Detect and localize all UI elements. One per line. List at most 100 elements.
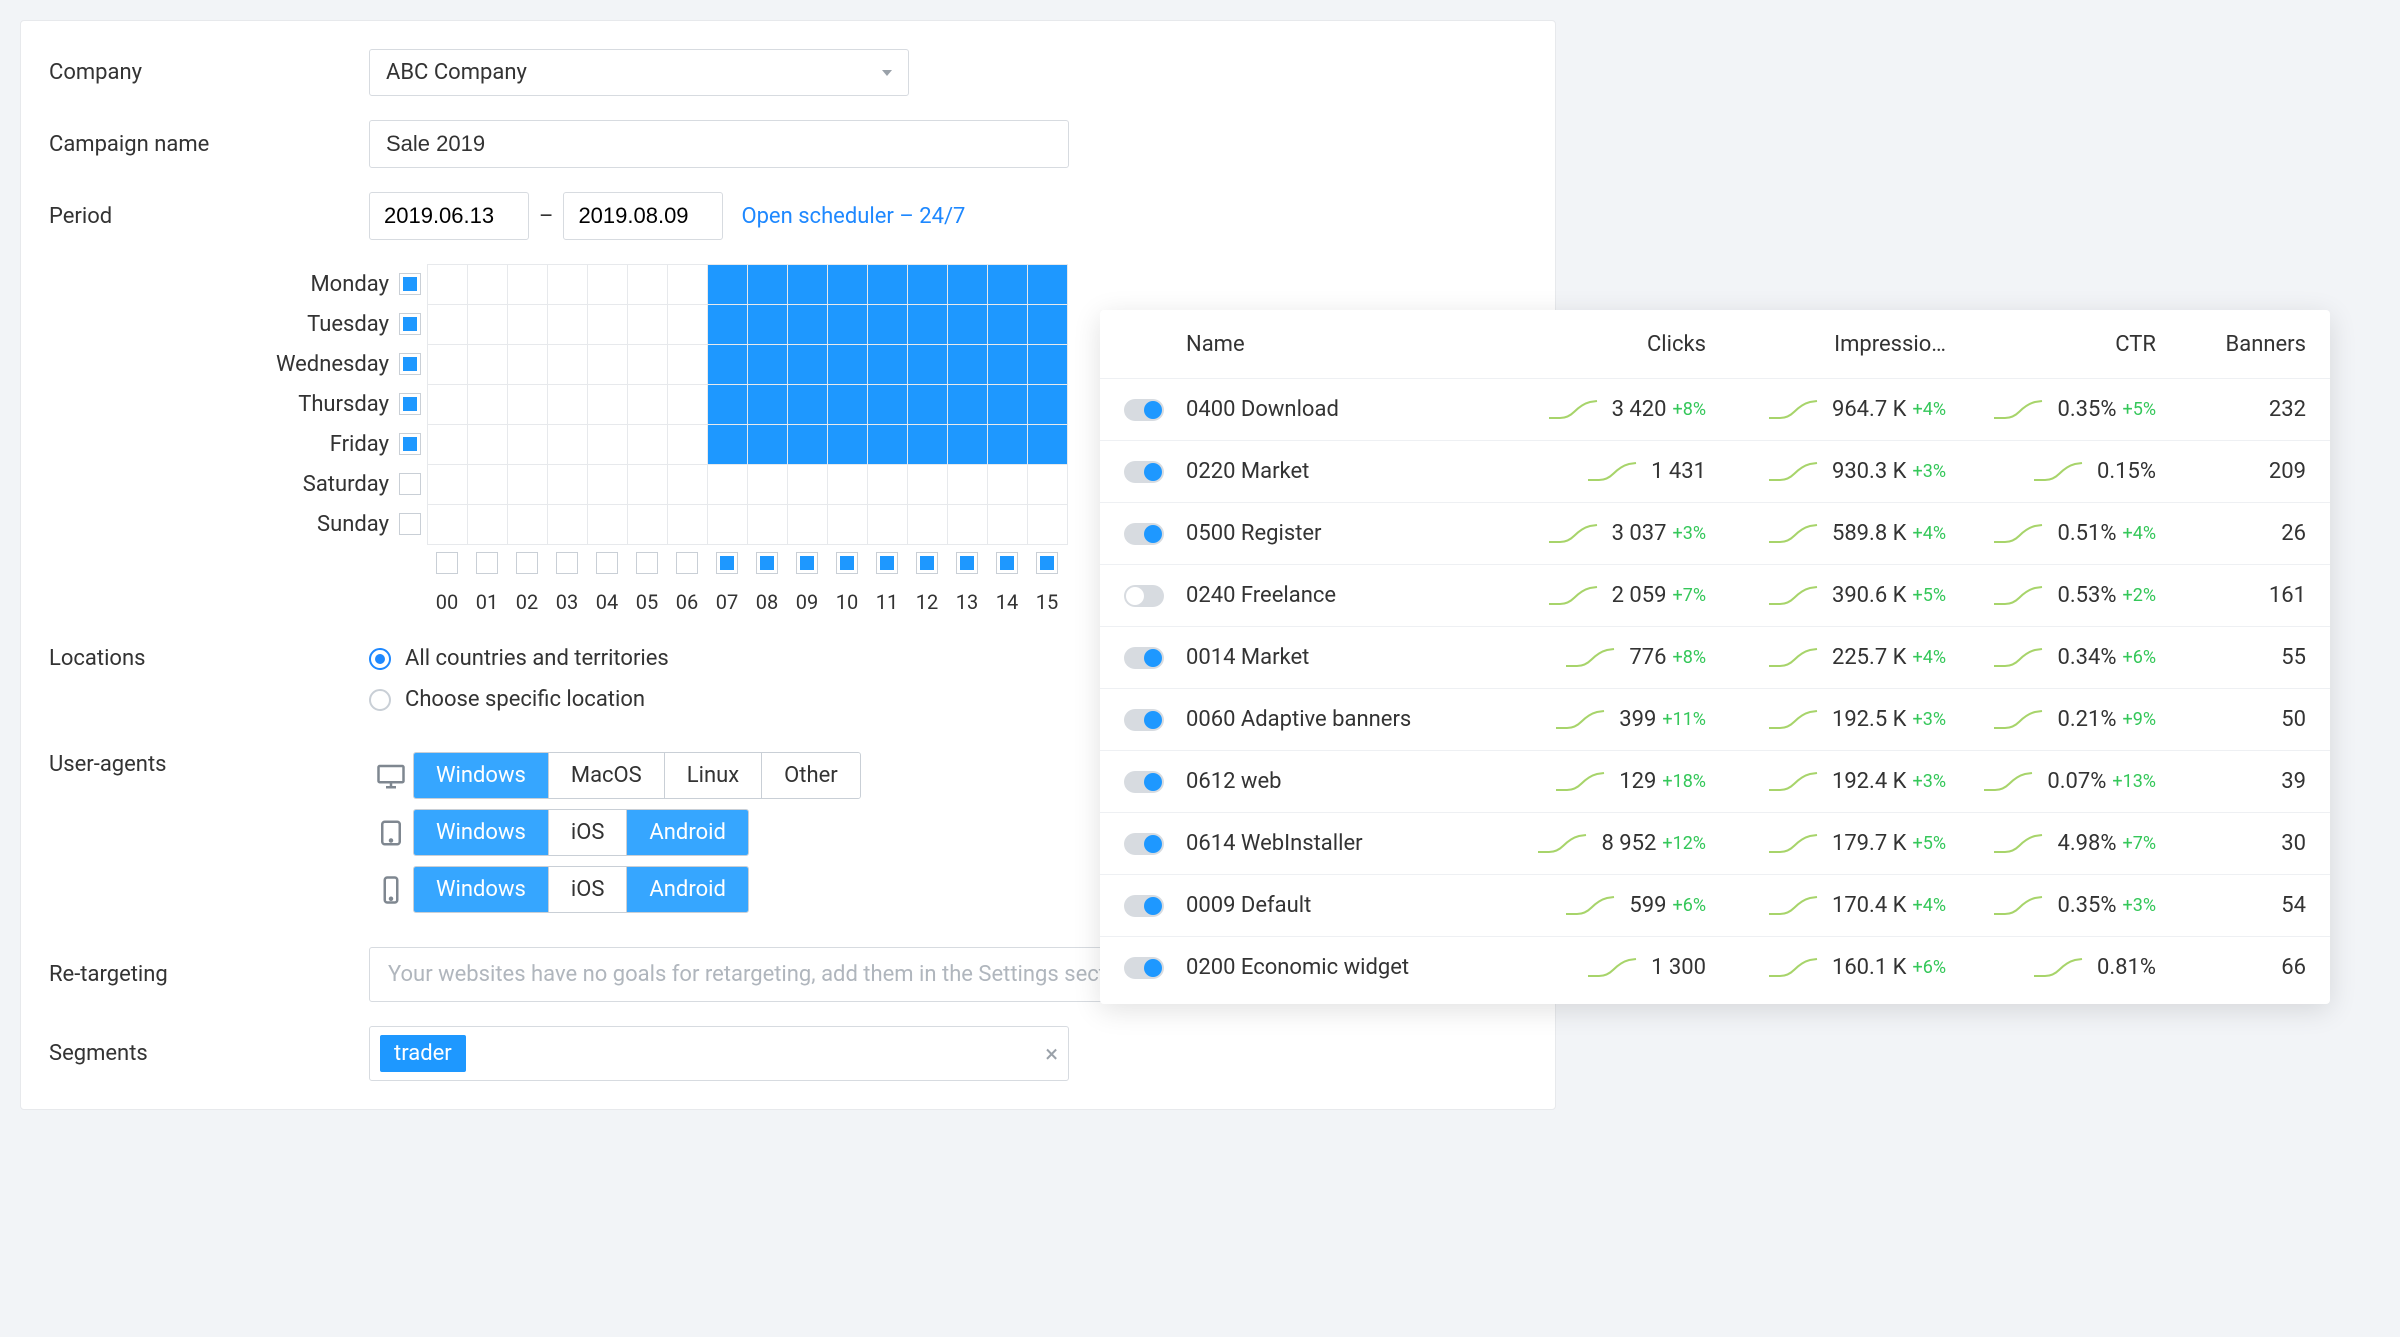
scheduler-cell[interactable]	[468, 385, 508, 425]
scheduler-cell[interactable]	[708, 425, 748, 465]
scheduler-hour-checkbox[interactable]	[716, 552, 738, 574]
scheduler-cell[interactable]	[868, 305, 908, 345]
scheduler-cell[interactable]	[628, 305, 668, 345]
scheduler-day-checkbox[interactable]	[399, 393, 421, 415]
scheduler-cell[interactable]	[828, 305, 868, 345]
scheduler-day-checkbox[interactable]	[399, 353, 421, 375]
scheduler-cell[interactable]	[948, 425, 988, 465]
scheduler-cell[interactable]	[828, 265, 868, 305]
scheduler-cell[interactable]	[468, 345, 508, 385]
scheduler-cell[interactable]	[708, 265, 748, 305]
scheduler-hour-checkbox[interactable]	[636, 552, 658, 574]
scheduler-day-checkbox[interactable]	[399, 313, 421, 335]
scheduler-cell[interactable]	[1028, 465, 1068, 505]
scheduler-cell[interactable]	[908, 265, 948, 305]
scheduler-hour-checkbox[interactable]	[1036, 552, 1058, 574]
scheduler-hour-checkbox[interactable]	[556, 552, 578, 574]
scheduler-hour-checkbox[interactable]	[876, 552, 898, 574]
row-name[interactable]: 0009 Default	[1186, 893, 1466, 918]
scheduler-cell[interactable]	[628, 385, 668, 425]
scheduler-cell[interactable]	[828, 345, 868, 385]
scheduler-cell[interactable]	[828, 425, 868, 465]
scheduler-cell[interactable]	[988, 265, 1028, 305]
row-name[interactable]: 0612 web	[1186, 769, 1466, 794]
scheduler-cell[interactable]	[868, 465, 908, 505]
scheduler-cell[interactable]	[708, 305, 748, 345]
scheduler-cell[interactable]	[588, 425, 628, 465]
col-header-ctr[interactable]: CTR	[1946, 332, 2156, 357]
scheduler-cell[interactable]	[628, 345, 668, 385]
scheduler-cell[interactable]	[748, 265, 788, 305]
row-name[interactable]: 0400 Download	[1186, 397, 1466, 422]
scheduler-cell[interactable]	[668, 465, 708, 505]
scheduler-cell[interactable]	[748, 505, 788, 545]
scheduler-cell[interactable]	[988, 345, 1028, 385]
close-icon[interactable]: ×	[1045, 1040, 1058, 1068]
row-toggle[interactable]	[1124, 833, 1164, 855]
scheduler-cell[interactable]	[428, 385, 468, 425]
scheduler-cell[interactable]	[988, 465, 1028, 505]
row-toggle[interactable]	[1124, 957, 1164, 979]
scheduler-cell[interactable]	[508, 305, 548, 345]
scheduler-cell[interactable]	[588, 505, 628, 545]
scheduler-hour-checkbox[interactable]	[476, 552, 498, 574]
ua-mobile-btn-windows[interactable]: Windows	[414, 867, 549, 912]
scheduler-cell[interactable]	[628, 505, 668, 545]
scheduler-cell[interactable]	[548, 265, 588, 305]
scheduler-cell[interactable]	[508, 345, 548, 385]
scheduler-cell[interactable]	[908, 305, 948, 345]
scheduler-cell[interactable]	[468, 305, 508, 345]
scheduler-cell[interactable]	[1028, 505, 1068, 545]
scheduler-cell[interactable]	[428, 265, 468, 305]
ua-tablet-btn-windows[interactable]: Windows	[414, 810, 549, 855]
scheduler-hour-checkbox[interactable]	[836, 552, 858, 574]
row-name[interactable]: 0614 WebInstaller	[1186, 831, 1466, 856]
scheduler-cell[interactable]	[668, 425, 708, 465]
scheduler-cell[interactable]	[748, 345, 788, 385]
scheduler-cell[interactable]	[868, 425, 908, 465]
scheduler-cell[interactable]	[788, 425, 828, 465]
row-toggle[interactable]	[1124, 399, 1164, 421]
scheduler-cell[interactable]	[1028, 265, 1068, 305]
scheduler-cell[interactable]	[548, 345, 588, 385]
scheduler-cell[interactable]	[668, 265, 708, 305]
scheduler-cell[interactable]	[548, 385, 588, 425]
scheduler-cell[interactable]	[708, 505, 748, 545]
scheduler-cell[interactable]	[788, 345, 828, 385]
scheduler-cell[interactable]	[548, 465, 588, 505]
scheduler-cell[interactable]	[708, 345, 748, 385]
scheduler-hour-checkbox[interactable]	[596, 552, 618, 574]
scheduler-cell[interactable]	[628, 425, 668, 465]
scheduler-cell[interactable]	[428, 305, 468, 345]
scheduler-cell[interactable]	[948, 305, 988, 345]
scheduler-cell[interactable]	[508, 425, 548, 465]
scheduler-cell[interactable]	[708, 465, 748, 505]
scheduler-cell[interactable]	[788, 505, 828, 545]
row-toggle[interactable]	[1124, 647, 1164, 669]
scheduler-cell[interactable]	[868, 265, 908, 305]
scheduler-hour-checkbox[interactable]	[956, 552, 978, 574]
scheduler-cell[interactable]	[428, 345, 468, 385]
row-name[interactable]: 0200 Economic widget	[1186, 955, 1466, 980]
scheduler-hour-checkbox[interactable]	[916, 552, 938, 574]
row-name[interactable]: 0240 Freelance	[1186, 583, 1466, 608]
scheduler-hour-checkbox[interactable]	[996, 552, 1018, 574]
scheduler-cell[interactable]	[908, 465, 948, 505]
company-select[interactable]: ABC Company	[369, 49, 909, 96]
ua-desktop-btn-macos[interactable]: MacOS	[549, 753, 665, 798]
scheduler-cell[interactable]	[628, 465, 668, 505]
scheduler-cell[interactable]	[748, 425, 788, 465]
scheduler-cell[interactable]	[468, 425, 508, 465]
scheduler-cell[interactable]	[988, 305, 1028, 345]
ua-mobile-btn-android[interactable]: Android	[627, 867, 747, 912]
ua-desktop-btn-other[interactable]: Other	[762, 753, 860, 798]
scheduler-cell[interactable]	[828, 505, 868, 545]
scheduler-cell[interactable]	[468, 505, 508, 545]
row-name[interactable]: 0060 Adaptive banners	[1186, 707, 1466, 732]
scheduler-cell[interactable]	[588, 345, 628, 385]
scheduler-cell[interactable]	[748, 465, 788, 505]
scheduler-cell[interactable]	[508, 465, 548, 505]
scheduler-cell[interactable]	[668, 305, 708, 345]
scheduler-day-checkbox[interactable]	[399, 473, 421, 495]
scheduler-hour-checkbox[interactable]	[796, 552, 818, 574]
